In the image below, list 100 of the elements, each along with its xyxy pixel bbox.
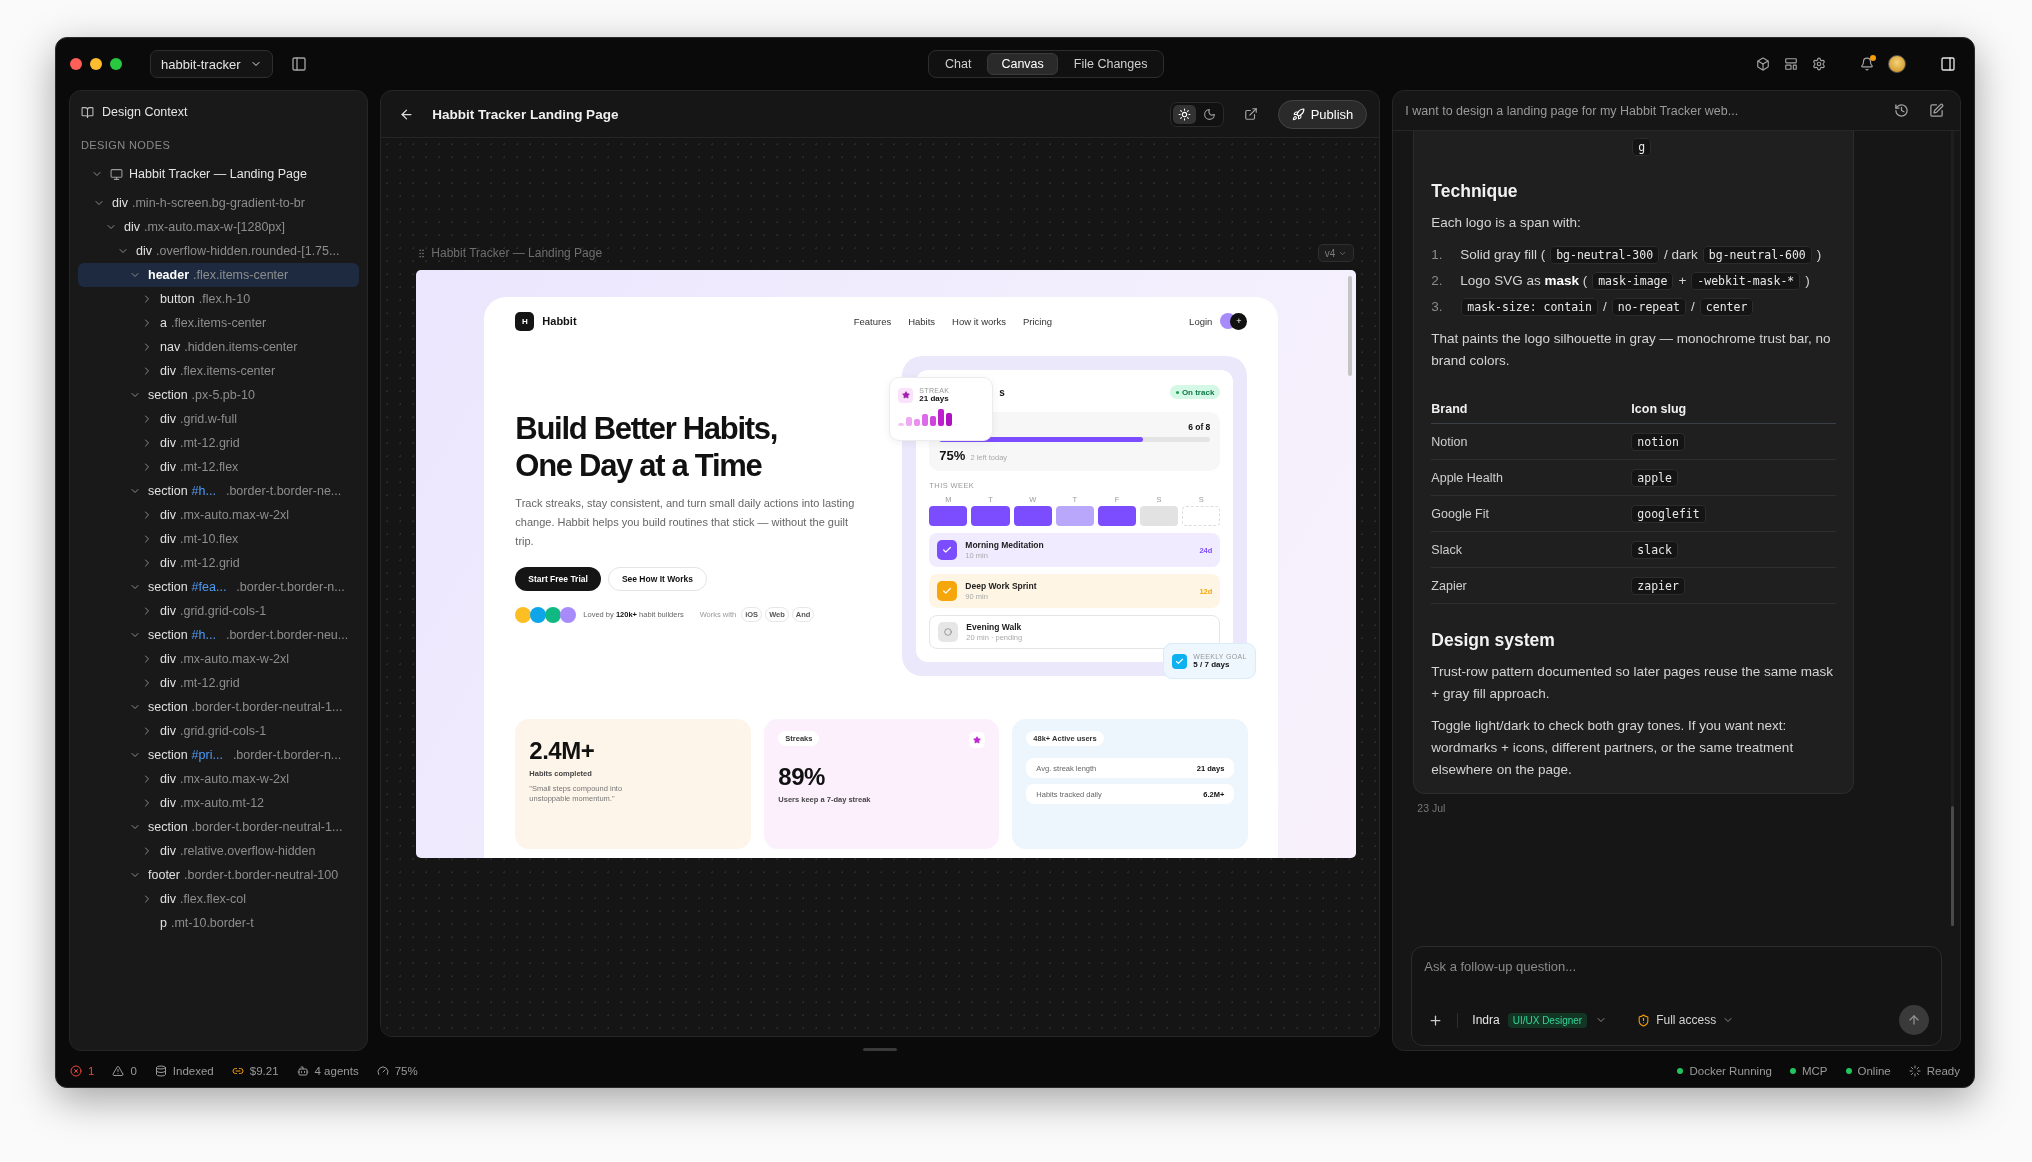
node-anchor: #fea... bbox=[191, 580, 227, 594]
tree-node[interactable]: section .border-t.border-neutral-1... bbox=[78, 815, 360, 839]
nav-link[interactable]: Features bbox=[853, 315, 892, 327]
status-item[interactable]: Ready bbox=[1908, 1065, 1960, 1077]
day-block bbox=[1097, 506, 1137, 526]
node-tag: div bbox=[160, 460, 176, 474]
close-button[interactable] bbox=[70, 58, 82, 70]
list-text: / bbox=[1602, 299, 1607, 314]
tree-node[interactable]: div .mt-12.grid bbox=[78, 551, 360, 575]
node-classes: .min-h-screen.bg-gradient-to-br bbox=[132, 196, 305, 210]
project-dropdown[interactable]: habbit-tracker bbox=[150, 50, 274, 78]
tree-node[interactable]: div .mt-12.flex bbox=[78, 455, 360, 479]
hero-title: Build Better Habits, One Day at a Time bbox=[515, 409, 778, 484]
status-item[interactable]: 0 bbox=[112, 1065, 137, 1077]
tree-node[interactable]: div .grid.grid-cols-1 bbox=[78, 719, 360, 743]
sun-icon[interactable] bbox=[1172, 104, 1196, 124]
book-icon bbox=[81, 105, 94, 119]
status-item[interactable]: Docker Running bbox=[1677, 1065, 1772, 1077]
tree-node[interactable]: section .border-t.border-neutral-1... bbox=[78, 695, 360, 719]
tree-node[interactable]: div .overflow-hidden.rounded-[1.75... bbox=[78, 239, 360, 263]
tree-node[interactable]: footer .border-t.border-neutral-100 bbox=[78, 863, 360, 887]
tree-node[interactable]: div .flex.flex-col bbox=[78, 887, 360, 911]
tree-node[interactable]: div .mx-auto.mt-12 bbox=[78, 791, 360, 815]
status-item[interactable]: Indexed bbox=[154, 1065, 214, 1077]
tree-node[interactable]: a .flex.items-center bbox=[78, 311, 360, 335]
node-tag: div bbox=[160, 532, 176, 546]
node-classes: .border-t.border-neutral-1... bbox=[191, 700, 343, 714]
node-tag: p bbox=[160, 916, 167, 930]
start-trial-button[interactable]: Start Free Trial bbox=[515, 566, 601, 591]
habit-checkbox[interactable] bbox=[938, 622, 959, 642]
tree-node[interactable]: div .mx-auto.max-w-[1280px] bbox=[78, 215, 360, 239]
tree-node[interactable]: section .px-5.pb-10 bbox=[78, 383, 360, 407]
monitor-icon bbox=[110, 167, 123, 181]
status-item[interactable]: 1 bbox=[70, 1065, 95, 1077]
minimize-button[interactable] bbox=[90, 58, 102, 70]
habit-checkbox[interactable] bbox=[937, 581, 958, 601]
shield-icon bbox=[1637, 1013, 1651, 1027]
status-item[interactable]: MCP bbox=[1789, 1065, 1828, 1077]
message-input[interactable]: Ask a follow-up question... bbox=[1424, 957, 1929, 976]
tree-node[interactable]: section #fea... .border-t.border-n... bbox=[78, 575, 360, 599]
tree-node[interactable]: div .grid.w-full bbox=[78, 407, 360, 431]
scrollbar[interactable] bbox=[1951, 806, 1954, 926]
maximize-button[interactable] bbox=[110, 58, 122, 70]
version-dropdown[interactable]: v4 bbox=[1317, 244, 1355, 262]
view-tab[interactable]: File Changes bbox=[1059, 53, 1162, 75]
robot-icon bbox=[296, 1065, 309, 1077]
sidebar-icon bbox=[291, 56, 308, 72]
node-tag: div bbox=[160, 892, 176, 906]
tree-node[interactable]: button .flex.h-10 bbox=[78, 287, 360, 311]
role-badge: UI/UX Designer bbox=[1507, 1012, 1588, 1028]
how-it-works-button[interactable]: See How It Works bbox=[607, 566, 708, 591]
nav-link[interactable]: Habits bbox=[908, 315, 936, 327]
node-classes: .flex.flex-col bbox=[180, 892, 246, 906]
publish-button[interactable]: Publish bbox=[1277, 99, 1368, 129]
view-tab[interactable]: Canvas bbox=[987, 53, 1058, 75]
tree-node[interactable]: section #h... .border-t.border-neu... bbox=[78, 623, 360, 647]
status-item[interactable]: 75% bbox=[376, 1065, 418, 1077]
message-paragraph: Toggle light/dark to check both gray tones. If you want next: wordmarks + icons, different partners, or the same treatment elsewhere on the page. bbox=[1431, 717, 1795, 779]
status-item[interactable]: 4 agents bbox=[296, 1065, 359, 1077]
tree-node[interactable]: Habbit Tracker — Landing Page bbox=[78, 162, 360, 186]
resize-handle[interactable] bbox=[863, 1048, 898, 1051]
tree-node[interactable]: div .min-h-screen.bg-gradient-to-br bbox=[78, 191, 360, 215]
tree-node[interactable]: nav .hidden.items-center bbox=[78, 335, 360, 359]
tree-node[interactable]: div .flex.items-center bbox=[78, 359, 360, 383]
chat-title: I want to design a landing page for my Habbit Tracker web... bbox=[1405, 103, 1739, 118]
node-classes: .border-t.border-neu... bbox=[225, 628, 349, 642]
tree-node[interactable]: div .mt-10.flex bbox=[78, 527, 360, 551]
code-chip: bg-neutral-600 bbox=[1702, 246, 1812, 264]
tree-node[interactable]: p .mt-10.border-t bbox=[78, 911, 360, 935]
tree-node[interactable]: div .mx-auto.max-w-2xl bbox=[78, 647, 360, 671]
view-tab[interactable]: Chat bbox=[931, 53, 986, 75]
nav-link[interactable]: How it works bbox=[952, 315, 1006, 327]
tree-node[interactable]: header .flex.items-center bbox=[78, 263, 360, 287]
code-chip: mask-size: contain bbox=[1461, 298, 1598, 316]
message-paragraph: That paints the logo silhouette in gray — monochrome trust bar, no brand colors. bbox=[1431, 330, 1832, 370]
login-link[interactable]: Login bbox=[1189, 315, 1213, 327]
node-classes: .flex.items-center bbox=[193, 268, 289, 282]
node-classes: .border-t.border-ne... bbox=[225, 484, 342, 498]
nav-link[interactable]: Pricing bbox=[1022, 315, 1052, 327]
user-avatar[interactable] bbox=[1888, 55, 1906, 73]
tree-node[interactable]: div .mx-auto.max-w-2xl bbox=[78, 767, 360, 791]
send-button[interactable] bbox=[1899, 1005, 1929, 1035]
tree-node[interactable]: section #pri... .border-t.border-n... bbox=[78, 743, 360, 767]
scrollbar[interactable] bbox=[1348, 276, 1353, 376]
tree-node[interactable]: div .grid.grid-cols-1 bbox=[78, 599, 360, 623]
status-item[interactable]: Online bbox=[1845, 1065, 1891, 1077]
tree-node[interactable]: div .relative.overflow-hidden bbox=[78, 839, 360, 863]
tree-node[interactable]: section #h... .border-t.border-ne... bbox=[78, 479, 360, 503]
tree-node[interactable]: div .mx-auto.max-w-2xl bbox=[78, 503, 360, 527]
access-selector[interactable]: Full access bbox=[1631, 1012, 1741, 1028]
warning-icon bbox=[112, 1065, 125, 1077]
node-tag: div bbox=[160, 724, 176, 738]
list-number: 2. bbox=[1431, 272, 1444, 290]
habit-checkbox[interactable] bbox=[937, 540, 958, 560]
status-item[interactable]: $9.21 bbox=[231, 1065, 279, 1077]
tree-node[interactable]: div .mt-12.grid bbox=[78, 671, 360, 695]
node-tag: div bbox=[160, 796, 176, 810]
agent-selector[interactable]: Indra UI/UX Designer bbox=[1457, 1012, 1608, 1028]
tree-node[interactable]: div .mt-12.grid bbox=[78, 431, 360, 455]
add-button[interactable]: + bbox=[1230, 312, 1248, 330]
